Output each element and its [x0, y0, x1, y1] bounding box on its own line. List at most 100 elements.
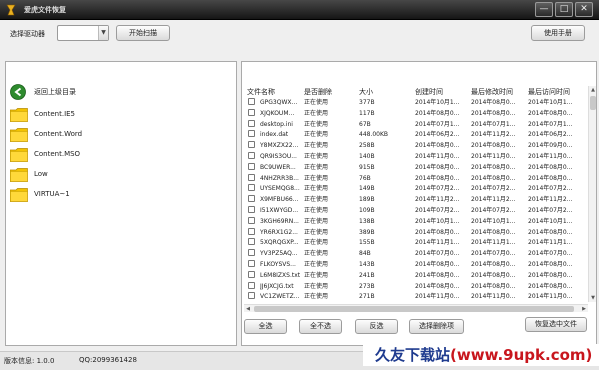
- cell-deleted: 正在使用: [304, 142, 329, 150]
- column-header-name[interactable]: 文件名称: [247, 87, 275, 97]
- cell-modified: 2014年08月0...: [471, 142, 516, 150]
- row-checkbox[interactable]: [248, 206, 255, 213]
- cell-created: 2014年10月1...: [415, 99, 460, 106]
- column-header-accessed[interactable]: 最后访问时间: [528, 87, 570, 97]
- scroll-thumb[interactable]: [254, 306, 574, 312]
- row-checkbox[interactable]: [248, 162, 255, 170]
- folder-label: Content.MSO: [34, 150, 81, 158]
- cell-modified: 2014年11月0...: [471, 293, 516, 301]
- cell-deleted: 正在使用: [304, 131, 329, 139]
- table-row[interactable]: 4NHZRR3B... 正在使用 76B 2014年08月0... 2014年08月0.…: [244, 173, 586, 185]
- cell-accessed: 2014年08月0...: [528, 261, 573, 268]
- close-button[interactable]: ✕: [575, 2, 593, 17]
- cell-name: I51XWYGD...: [260, 207, 299, 214]
- scroll-up-icon[interactable]: ▲: [589, 86, 597, 94]
- watermark-url: (www.9upk.com): [450, 346, 593, 364]
- select-deleted-button[interactable]: 选择删除项: [409, 319, 464, 334]
- row-checkbox[interactable]: [248, 173, 255, 181]
- cell-size: 76B: [359, 174, 371, 182]
- row-checkbox[interactable]: [248, 227, 255, 235]
- folder-item[interactable]: Content.IE5: [10, 106, 230, 122]
- table-row[interactable]: FLKOYSVS... 正在使用 143B 2014年08月0... 2014年08月0…: [244, 260, 586, 271]
- vertical-scrollbar[interactable]: ▲ ▼: [588, 86, 596, 302]
- back-to-parent-item[interactable]: 返回上级目录: [10, 84, 230, 100]
- table-row[interactable]: I51XWYGD... 正在使用 109B 2014年07月2... 2014年07月2…: [244, 206, 586, 217]
- row-checkbox[interactable]: [248, 152, 255, 159]
- column-header-created[interactable]: 创建时间: [415, 87, 443, 97]
- folder-item[interactable]: Low: [10, 166, 230, 182]
- folder-icon: [10, 108, 28, 122]
- row-checkbox[interactable]: [248, 119, 255, 127]
- scroll-right-icon[interactable]: ▶: [580, 305, 588, 313]
- horizontal-scrollbar[interactable]: ◀ ▶: [244, 304, 588, 312]
- cell-modified: 2014年07月0...: [471, 250, 516, 258]
- cell-size: 389B: [359, 228, 375, 236]
- row-checkbox[interactable]: [248, 260, 255, 267]
- column-header-deleted[interactable]: 是否删除: [304, 87, 332, 97]
- cell-size: 84B: [359, 250, 371, 258]
- scroll-thumb[interactable]: [590, 96, 596, 110]
- folder-item[interactable]: Content.Word: [10, 126, 230, 142]
- table-row[interactable]: 5XQRQGXP... 正在使用 155B 2014年11月1... 2014年11月1…: [244, 238, 586, 249]
- folder-item[interactable]: Content.MSO: [10, 146, 230, 162]
- cell-deleted: 正在使用: [304, 109, 329, 117]
- file-list-panel: 文件名称 是否删除 大小 创建时间 最后修改时间 最后访问时间 GPG3QWX.…: [241, 61, 597, 346]
- start-scan-button[interactable]: 开始扫描: [116, 25, 170, 41]
- table-row[interactable]: BC9UWER... 正在使用 915B 2014年08月0... 2014年08月0.…: [244, 162, 586, 174]
- drive-select[interactable]: ▼: [57, 25, 109, 41]
- table-row[interactable]: VC1ZWETZ... 正在使用 271B 2014年11月0... 2014年11月0…: [244, 292, 586, 303]
- row-checkbox[interactable]: [248, 281, 255, 289]
- table-row[interactable]: YR6RX1G2... 正在使用 389B 2014年08月0... 2014年08月0…: [244, 227, 586, 239]
- table-row[interactable]: L6M8IZXS.txt 正在使用 241B 2014年08月0... 2014年08月…: [244, 270, 586, 282]
- row-checkbox[interactable]: [248, 270, 255, 278]
- row-checkbox[interactable]: [248, 184, 255, 192]
- row-checkbox[interactable]: [248, 238, 255, 246]
- invert-selection-button[interactable]: 反选: [355, 319, 398, 334]
- row-checkbox[interactable]: [248, 130, 255, 138]
- folder-item[interactable]: VIRTUA~1: [10, 186, 230, 202]
- table-row[interactable]: XJQKOUM... 正在使用 117B 2014年08月0... 2014年08月0.…: [244, 108, 586, 120]
- cell-accessed: 2014年08月0...: [528, 163, 573, 171]
- column-header-size[interactable]: 大小: [359, 87, 373, 97]
- user-manual-button[interactable]: 使用手册: [531, 25, 585, 41]
- row-checkbox[interactable]: [248, 141, 255, 149]
- cell-name: JJ6JXCJG.txt: [260, 282, 294, 290]
- maximize-button[interactable]: □: [555, 2, 573, 17]
- table-row[interactable]: desktop.ini 正在使用 67B 2014年07月1... 2014年07月1.…: [244, 119, 586, 131]
- row-checkbox[interactable]: [248, 108, 255, 116]
- folder-label: Low: [34, 170, 48, 178]
- table-row[interactable]: Y8MXZX22... 正在使用 258B 2014年08月0... 2014年08月0…: [244, 141, 586, 152]
- cell-modified: 2014年11月2...: [471, 196, 516, 204]
- row-checkbox[interactable]: [248, 292, 255, 300]
- cell-size: 117B: [359, 109, 375, 117]
- recover-selected-button[interactable]: 恢复选中文件: [525, 317, 587, 332]
- table-row[interactable]: X9MFBU66... 正在使用 189B 2014年11月2... 2014年11月2…: [244, 195, 586, 206]
- table-row[interactable]: JJ6JXCJG.txt 正在使用 273B 2014年08月0... 2014年08月…: [244, 281, 586, 293]
- table-row[interactable]: UYSEMQG8... 正在使用 149B 2014年07月2... 2014年07月2…: [244, 184, 586, 195]
- version-info: 版本信息: 1.0.0: [4, 357, 55, 365]
- row-checkbox[interactable]: [248, 216, 255, 224]
- table-row[interactable]: index.dat 正在使用 448.00KB 2014年06月2... 2014年11…: [244, 130, 586, 141]
- table-row[interactable]: GPG3QWX... 正在使用 377B 2014年10月1... 2014年08月0.…: [244, 98, 586, 109]
- cell-created: 2014年07月0...: [415, 250, 460, 258]
- cell-name: XJQKOUM...: [260, 109, 295, 117]
- column-header-modified[interactable]: 最后修改时间: [471, 87, 513, 97]
- cell-created: 2014年11月1...: [415, 239, 460, 247]
- scroll-down-icon[interactable]: ▼: [589, 294, 597, 302]
- cell-accessed: 2014年07月1...: [528, 120, 573, 128]
- row-checkbox[interactable]: [248, 98, 255, 105]
- cell-created: 2014年08月0...: [415, 109, 460, 117]
- table-row[interactable]: 3KGH69RN... 正在使用 138B 2014年10月1... 2014年10月1…: [244, 216, 586, 228]
- select-none-button[interactable]: 全不选: [299, 319, 342, 334]
- select-all-button[interactable]: 全选: [244, 319, 287, 334]
- cell-deleted: 正在使用: [304, 217, 329, 225]
- table-row[interactable]: YV3PZ5AQ... 正在使用 84B 2014年07月0... 2014年07月0.…: [244, 249, 586, 260]
- minimize-button[interactable]: —: [535, 2, 553, 17]
- table-row[interactable]: QR9IS3OU... 正在使用 140B 2014年11月0... 2014年11月0…: [244, 152, 586, 163]
- cell-name: 5XQRQGXP...: [260, 239, 299, 247]
- scroll-left-icon[interactable]: ◀: [244, 305, 252, 313]
- row-checkbox[interactable]: [248, 249, 255, 257]
- cell-deleted: 正在使用: [304, 261, 329, 268]
- cell-modified: 2014年08月0...: [471, 228, 516, 236]
- row-checkbox[interactable]: [248, 195, 255, 203]
